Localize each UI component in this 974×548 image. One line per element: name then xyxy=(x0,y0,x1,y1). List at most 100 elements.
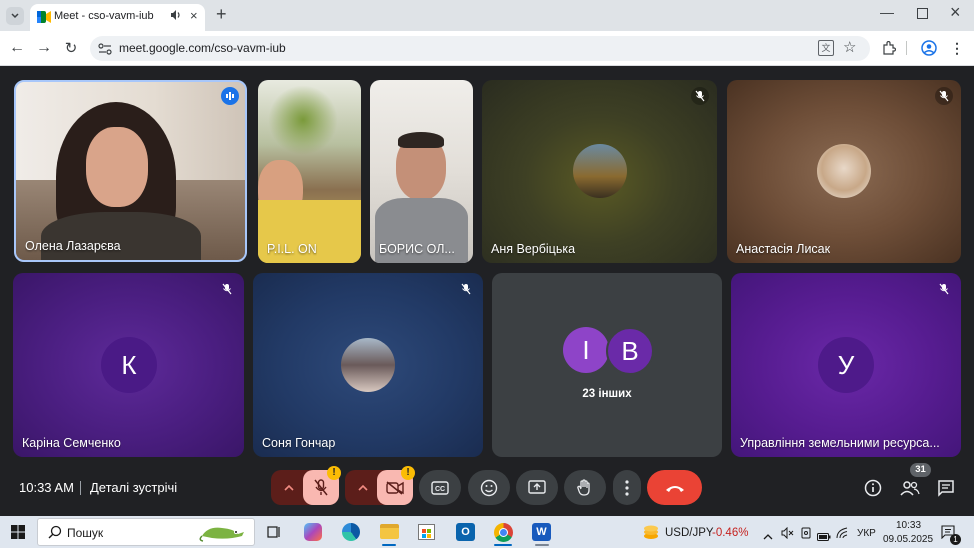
clock-date[interactable]: 09.05.2025 xyxy=(883,534,933,545)
file-explorer-icon[interactable] xyxy=(380,524,399,539)
active-app-indicator xyxy=(535,544,549,546)
tile-karina-semchenko[interactable]: К Каріна Семченко xyxy=(13,273,244,457)
participant-name: P.I.L. ON xyxy=(267,242,317,256)
bookmark-star-icon[interactable]: ☆ xyxy=(843,38,856,56)
search-icon xyxy=(48,525,62,544)
tab-title: Meet - cso-vavm-iub xyxy=(54,10,154,22)
forward-icon[interactable]: → xyxy=(35,39,53,57)
camera-warning-badge: ! xyxy=(401,466,415,480)
participant-avatar xyxy=(817,144,871,198)
video-plant xyxy=(268,85,338,155)
extensions-icon[interactable] xyxy=(880,39,898,57)
chat-icon[interactable] xyxy=(935,477,957,499)
active-app-indicator xyxy=(494,544,512,546)
avatar-initial: I xyxy=(582,334,590,365)
participant-avatar: К xyxy=(101,337,157,393)
search-placeholder: Пошук xyxy=(67,526,104,540)
meeting-time: 10:33 AM xyxy=(19,480,74,495)
participant-avatar: У xyxy=(818,337,874,393)
time-divider xyxy=(80,481,81,495)
tile-others[interactable]: I B 23 інших xyxy=(492,273,722,457)
restore-icon[interactable] xyxy=(917,8,928,19)
participant-avatar xyxy=(573,144,627,198)
chameleon-search-highlight-icon xyxy=(198,522,250,542)
avatar-initial: B xyxy=(621,335,639,366)
participant-body xyxy=(41,212,201,260)
participant-name: Аня Вербіцька xyxy=(491,242,576,256)
address-bar[interactable]: meet.google.com/cso-vavm-iub 文 ☆ xyxy=(90,36,870,61)
captions-button[interactable]: CC xyxy=(419,470,461,505)
clock-time[interactable]: 10:33 xyxy=(896,520,921,531)
avatar-initial: К xyxy=(121,349,137,380)
tile-borys[interactable]: БОРИС ОЛ... xyxy=(370,80,473,263)
others-count-label: 23 інших xyxy=(582,388,632,400)
copilot-icon[interactable] xyxy=(304,523,322,541)
taskbar-search-box[interactable]: Пошук xyxy=(37,518,255,546)
mic-off-icon xyxy=(218,280,236,298)
participant-name: Анастасія Лисак xyxy=(736,242,831,256)
raise-hand-button[interactable] xyxy=(564,470,606,505)
chrome-center xyxy=(499,528,508,537)
close-window-icon[interactable]: × xyxy=(950,2,961,23)
tray-chevron-icon[interactable] xyxy=(763,527,773,545)
tile-upravlinnia[interactable]: У Управління земельними ресурса... xyxy=(731,273,961,457)
word-icon[interactable]: W xyxy=(532,523,551,541)
present-screen-button[interactable] xyxy=(516,470,558,505)
minimize-icon[interactable]: — xyxy=(880,4,894,20)
outlook-icon[interactable]: O xyxy=(456,523,475,541)
mic-warning-badge: ! xyxy=(327,466,341,480)
tab-search-icon[interactable] xyxy=(6,7,24,25)
tile-olena-lazareva[interactable]: Олена Лазарєва xyxy=(14,80,247,262)
volume-muted-icon[interactable] xyxy=(781,526,795,544)
stock-widget-icon[interactable] xyxy=(643,524,659,540)
profile-icon[interactable] xyxy=(920,39,938,57)
meeting-details-link[interactable]: Деталі зустрічі xyxy=(90,480,177,495)
translate-icon[interactable]: 文 xyxy=(818,40,834,56)
tile-anya-verbitska[interactable]: Аня Вербіцька xyxy=(482,80,717,263)
mic-off-icon xyxy=(457,280,475,298)
site-info-icon[interactable] xyxy=(98,42,112,60)
tab-close-icon[interactable]: × xyxy=(190,8,198,23)
camera-options-button[interactable] xyxy=(350,475,376,500)
reload-icon[interactable]: ↻ xyxy=(62,39,80,57)
participant-name: Соня Гончар xyxy=(262,436,336,450)
meeting-info-icon[interactable] xyxy=(862,477,884,499)
speaking-indicator-icon xyxy=(221,87,239,105)
browser-menu-icon[interactable]: ⋮ xyxy=(950,39,964,57)
tab-audio-icon[interactable] xyxy=(170,9,182,24)
mic-off-icon xyxy=(935,280,953,298)
people-icon[interactable] xyxy=(898,477,922,499)
mic-options-button[interactable] xyxy=(276,475,302,500)
tile-pil-on[interactable]: P.I.L. ON xyxy=(258,80,361,263)
participant-name: Олена Лазарєва xyxy=(25,239,121,253)
task-view-icon[interactable] xyxy=(267,525,281,539)
meet-favicon-icon xyxy=(37,10,51,23)
url-text[interactable]: meet.google.com/cso-vavm-iub xyxy=(119,41,286,55)
back-icon[interactable]: ← xyxy=(8,39,26,57)
more-options-button[interactable] xyxy=(613,470,641,505)
windows-start-icon[interactable] xyxy=(11,525,25,539)
reactions-button[interactable] xyxy=(468,470,510,505)
browser-tab[interactable]: Meet - cso-vavm-iub × xyxy=(30,4,205,31)
ticker-change[interactable]: -0.46% xyxy=(712,527,748,539)
toolbar-divider xyxy=(906,41,907,55)
participant-name: БОРИС ОЛ... xyxy=(379,242,455,256)
tile-anastasia-lysak[interactable]: Анастасія Лисак xyxy=(727,80,961,263)
participant-name: Каріна Семченко xyxy=(22,436,121,450)
battery-icon[interactable] xyxy=(817,528,831,546)
tile-sonya-honchar[interactable]: Соня Гончар xyxy=(253,273,483,457)
leave-call-button[interactable] xyxy=(647,470,702,505)
notifications-count-badge: 1 xyxy=(950,534,961,545)
avatar-initial: У xyxy=(837,349,855,380)
microsoft-store-icon[interactable] xyxy=(418,524,435,540)
new-tab-icon[interactable]: + xyxy=(216,4,227,25)
wifi-icon[interactable] xyxy=(836,526,850,544)
svg-text:CC: CC xyxy=(435,486,445,493)
participant-name: Управління земельними ресурса... xyxy=(740,436,940,450)
language-indicator[interactable]: УКР xyxy=(857,528,876,539)
display-icon[interactable] xyxy=(800,526,812,544)
chrome-icon[interactable] xyxy=(494,523,513,542)
ticker-name[interactable]: USD/JPY xyxy=(665,527,714,539)
participant-avatar: B xyxy=(606,327,654,375)
edge-icon[interactable] xyxy=(342,523,360,541)
